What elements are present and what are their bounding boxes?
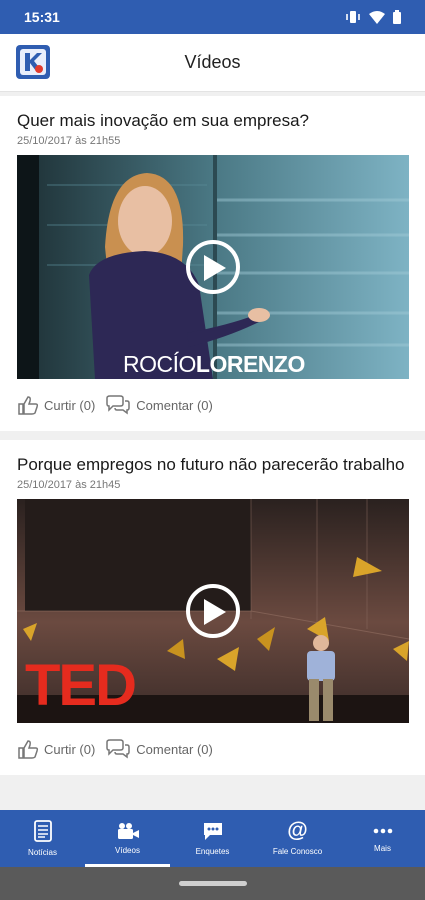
video-feed[interactable]: Quer mais inovação em sua empresa? 25/10…	[0, 96, 425, 810]
play-button[interactable]	[186, 240, 240, 294]
home-gesture-handle[interactable]	[179, 881, 247, 886]
video-title[interactable]: Porque empregos no futuro não parecerão …	[17, 454, 408, 476]
comment-button[interactable]: Comentar (0)	[105, 395, 213, 415]
comment-icon	[106, 395, 131, 415]
app-logo[interactable]	[16, 45, 50, 79]
nav-item-noticias[interactable]: Notícias	[0, 810, 85, 867]
nav-item-videos[interactable]: Vídeos	[85, 810, 170, 867]
nav-item-enquetes[interactable]: Enquetes	[170, 810, 255, 867]
status-bar: 15:31	[0, 0, 425, 34]
chat-icon	[203, 823, 222, 840]
video-title[interactable]: Quer mais inovação em sua empresa?	[17, 110, 408, 132]
wifi-icon	[369, 10, 385, 24]
thumbs-up-icon	[18, 396, 39, 415]
app-bar: Vídeos	[0, 34, 425, 92]
bottom-nav: Notícias Vídeos Enquetes @ Fale Conosco …	[0, 810, 425, 867]
more-icon	[373, 828, 392, 834]
video-camera-icon	[117, 823, 139, 839]
play-icon	[204, 599, 226, 625]
video-actions: Curtir (0) Comentar (0)	[17, 379, 408, 431]
speaker-name-overlay: ROCÍOLORENZO	[123, 351, 305, 377]
nav-label: Notícias	[28, 848, 57, 857]
at-icon: @	[287, 819, 308, 842]
video-card: Quer mais inovação em sua empresa? 25/10…	[0, 96, 425, 431]
ted-logo-overlay: TED	[25, 653, 137, 718]
video-card: Porque empregos no futuro não parecerão …	[0, 440, 425, 775]
status-time: 15:31	[24, 9, 60, 25]
like-label: Curtir (0)	[44, 741, 96, 757]
play-icon	[204, 255, 226, 281]
video-thumbnail[interactable]: TED	[17, 499, 409, 723]
like-label: Curtir (0)	[44, 397, 96, 413]
thumbs-up-icon	[18, 740, 39, 759]
status-icons	[345, 10, 401, 24]
comment-button[interactable]: Comentar (0)	[105, 739, 213, 759]
comment-label: Comentar (0)	[136, 397, 213, 413]
like-button[interactable]: Curtir (0)	[17, 739, 95, 759]
nav-label: Fale Conosco	[272, 847, 323, 856]
nav-label: Mais	[374, 844, 391, 853]
nav-item-fale-conosco[interactable]: @ Fale Conosco	[255, 810, 340, 867]
battery-icon	[393, 10, 401, 24]
nav-label: Vídeos	[115, 846, 140, 855]
nav-label: Enquetes	[195, 847, 230, 856]
video-actions: Curtir (0) Comentar (0)	[17, 723, 408, 775]
comment-icon	[106, 739, 131, 759]
play-button[interactable]	[186, 584, 240, 638]
like-button[interactable]: Curtir (0)	[17, 395, 95, 415]
newspaper-icon	[33, 820, 52, 842]
video-date: 25/10/2017 às 21h55	[17, 135, 121, 147]
page-title: Vídeos	[184, 52, 241, 72]
comment-label: Comentar (0)	[136, 741, 213, 757]
system-gesture-bar	[0, 867, 425, 900]
vibrate-icon	[346, 11, 360, 23]
video-date: 25/10/2017 às 21h45	[17, 479, 121, 491]
nav-item-mais[interactable]: Mais	[340, 810, 425, 867]
video-thumbnail[interactable]: ROCÍOLORENZO	[17, 155, 409, 379]
